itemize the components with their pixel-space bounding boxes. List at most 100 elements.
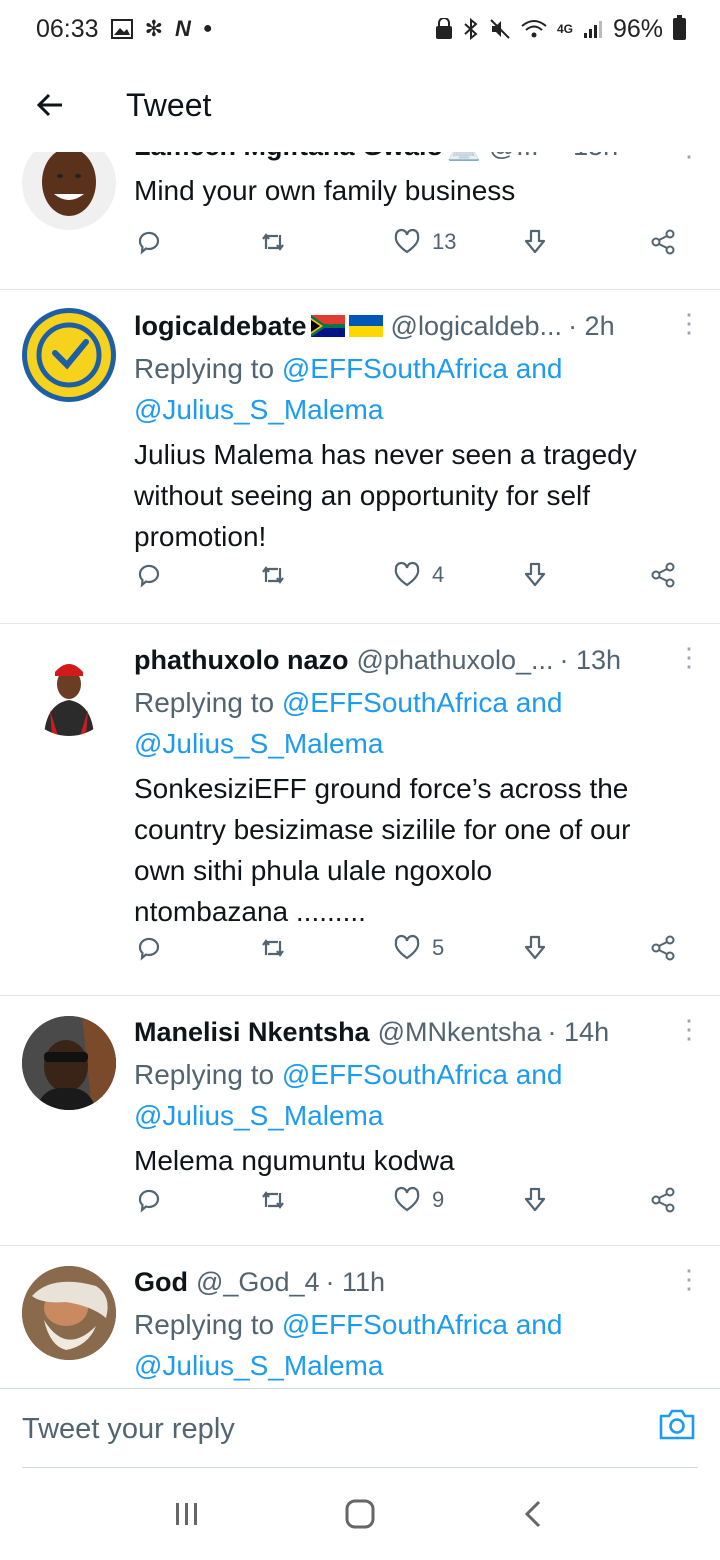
like-button[interactable]: 9	[392, 1185, 444, 1215]
tweet-actions: 13	[134, 222, 694, 262]
camera-button[interactable]	[658, 1405, 696, 1443]
mention-link[interactable]: @EFFSouthAfrica and	[282, 687, 563, 718]
tweet-time[interactable]: · 14h	[548, 1014, 610, 1050]
retweet-icon	[262, 1191, 284, 1209]
share-button[interactable]	[648, 560, 678, 590]
tweet-actions: 5	[134, 928, 694, 968]
like-count: 5	[432, 935, 445, 960]
more-options-button[interactable]: ⋮	[676, 1016, 702, 1042]
tweet-time[interactable]: · 11h	[326, 1264, 386, 1300]
fan-notification-icon: ✻	[144, 16, 163, 41]
user-handle[interactable]: @logicaldeb...	[391, 308, 563, 344]
download-arrow-icon	[524, 229, 546, 254]
avatar[interactable]	[22, 1266, 116, 1360]
tweet[interactable]: logicaldebate @logicaldeb... · 2h Replyi…	[0, 290, 720, 624]
reply-input[interactable]: Tweet your reply	[22, 1413, 235, 1446]
mention-link[interactable]: @EFFSouthAfrica and	[282, 353, 563, 384]
status-right: 4G 96%	[435, 15, 686, 44]
reply-icon	[138, 937, 160, 961]
recent-apps-icon	[175, 1503, 197, 1525]
replying-to: Replying to @EFFSouthAfrica and @Julius_…	[134, 1304, 700, 1386]
recent-apps-button[interactable]	[157, 1484, 217, 1544]
mute-icon	[489, 18, 511, 40]
mention-link[interactable]: @EFFSouthAfrica and	[282, 1059, 563, 1090]
tweet[interactable]: Lamech Mgiftana Gwalo 💻 @... · 15h Mind …	[0, 138, 720, 290]
like-button[interactable]: 5	[392, 933, 444, 963]
like-button[interactable]: 4	[392, 560, 444, 590]
display-name[interactable]: God	[134, 1264, 188, 1300]
share-button[interactable]	[648, 227, 678, 257]
tweet-meta: Manelisi Nkentsha @MNkentsha · 14h	[134, 1014, 700, 1050]
heart-icon	[394, 1186, 420, 1212]
download-button[interactable]	[520, 227, 550, 257]
retweet-button[interactable]	[258, 1185, 288, 1215]
mention-link[interactable]: @EFFSouthAfrica and	[282, 1309, 563, 1340]
user-handle[interactable]: @_God_4	[196, 1264, 320, 1300]
user-handle[interactable]: @phathuxolo_...	[356, 642, 553, 678]
tweet[interactable]: phathuxolo nazo @phathuxolo_... · 13h Re…	[0, 624, 720, 996]
like-count: 13	[432, 229, 457, 254]
replying-prefix: Replying to	[134, 1309, 275, 1340]
replying-to: Replying to @EFFSouthAfrica and @Julius_…	[134, 1054, 700, 1136]
avatar[interactable]	[22, 642, 116, 736]
share-icon	[651, 935, 675, 961]
reply-button[interactable]	[134, 933, 164, 963]
share-button[interactable]	[648, 1185, 678, 1215]
tweet-text: Mind your own family business	[134, 170, 700, 211]
back-nav-button[interactable]	[503, 1484, 563, 1544]
tweet-text-line: ntombazana .........	[134, 896, 366, 927]
download-button[interactable]	[520, 560, 550, 590]
like-button[interactable]: 13	[392, 227, 456, 257]
mention-link[interactable]: @Julius_S_Malema	[134, 1095, 700, 1136]
tweet-text-line: Julius Malema has never seen a tragedy	[134, 439, 637, 470]
avatar[interactable]	[22, 308, 116, 402]
reply-composer: Tweet your reply	[0, 1388, 720, 1468]
display-name[interactable]: Manelisi Nkentsha	[134, 1014, 370, 1050]
more-options-button[interactable]: ⋮	[676, 310, 702, 336]
share-icon	[651, 562, 675, 588]
retweet-button[interactable]	[258, 560, 288, 590]
replying-prefix: Replying to	[134, 353, 275, 384]
replying-prefix: Replying to	[134, 1059, 275, 1090]
tweet-time[interactable]: · 2h	[568, 308, 615, 344]
system-nav-bar	[0, 1468, 720, 1560]
top-header: Tweet	[0, 58, 720, 152]
reply-icon	[138, 1189, 160, 1213]
lock-icon	[435, 18, 453, 40]
tweet-text-line: country besizimase sizilile for one of o…	[134, 814, 631, 845]
download-button[interactable]	[520, 1185, 550, 1215]
display-name[interactable]: phathuxolo nazo	[134, 642, 348, 678]
home-button[interactable]	[330, 1484, 390, 1544]
mention-link[interactable]: @Julius_S_Malema	[134, 389, 700, 430]
more-options-button[interactable]: ⋮	[676, 1266, 702, 1292]
camera-icon	[659, 1409, 695, 1440]
more-options-button[interactable]: ⋮	[676, 644, 702, 670]
tweet[interactable]: Manelisi Nkentsha @MNkentsha · 14h Reply…	[0, 996, 720, 1246]
share-button[interactable]	[648, 933, 678, 963]
tweet[interactable]: God @_God_4 · 11h Replying to @EFFSouthA…	[0, 1246, 720, 1388]
mention-link[interactable]: @Julius_S_Malema	[134, 1345, 700, 1386]
retweet-icon	[262, 566, 284, 584]
user-handle[interactable]: @MNkentsha	[378, 1014, 542, 1050]
replies-feed[interactable]: Lamech Mgiftana Gwalo 💻 @... · 15h Mind …	[0, 138, 720, 1388]
reply-button[interactable]	[134, 227, 164, 257]
avatar[interactable]	[22, 1016, 116, 1110]
mention-link[interactable]: @Julius_S_Malema	[134, 723, 700, 764]
tweet-meta: phathuxolo nazo @phathuxolo_... · 13h	[134, 642, 700, 678]
gallery-notification-icon	[110, 19, 133, 39]
download-arrow-icon	[524, 562, 546, 587]
tweet-text: Julius Malema has never seen a tragedy w…	[134, 434, 700, 557]
display-name[interactable]: logicaldebate	[134, 308, 307, 344]
retweet-button[interactable]	[258, 933, 288, 963]
tweet-text-line: promotion!	[134, 521, 267, 552]
share-icon	[651, 1187, 675, 1213]
battery-icon	[673, 15, 686, 40]
reply-icon	[138, 564, 160, 588]
download-button[interactable]	[520, 933, 550, 963]
tweet-time[interactable]: · 13h	[560, 642, 622, 678]
status-time: 06:33	[36, 14, 99, 43]
back-button[interactable]	[0, 58, 100, 152]
retweet-button[interactable]	[258, 227, 288, 257]
reply-button[interactable]	[134, 560, 164, 590]
reply-button[interactable]	[134, 1185, 164, 1215]
